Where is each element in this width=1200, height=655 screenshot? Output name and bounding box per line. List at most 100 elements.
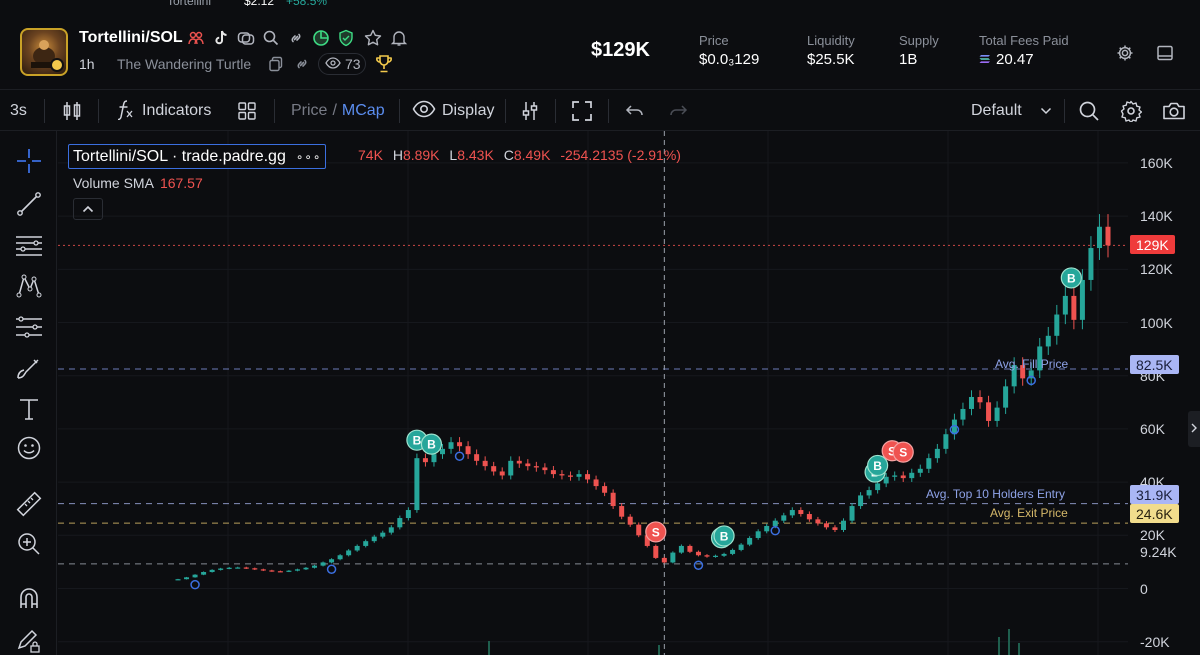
community-icon[interactable]: [187, 29, 205, 47]
avg-fill-price-tag: 82.5K: [1130, 355, 1179, 374]
axis-tick-label: 20K: [1140, 527, 1165, 544]
chart-canvas[interactable]: BBSBBBBSSB: [58, 131, 1200, 655]
toolbar-divider: [44, 99, 45, 123]
top10-entry-tag: 31.9K: [1130, 485, 1179, 504]
candle-body: [439, 448, 445, 455]
trophy-icon[interactable]: [374, 54, 394, 74]
copy-ca-icon[interactable]: [237, 29, 255, 47]
toolbar-divider: [98, 99, 99, 123]
views-chip[interactable]: 73: [318, 53, 366, 75]
candle-body: [192, 574, 198, 578]
candle-body: [175, 579, 181, 581]
star-icon[interactable]: [364, 29, 382, 47]
pattern-tool-icon[interactable]: [14, 271, 44, 301]
legend-more-icon[interactable]: ∘∘∘: [296, 150, 322, 164]
chart-pie-icon[interactable]: [312, 29, 330, 47]
copy-icon[interactable]: [267, 55, 285, 73]
candle-body: [858, 495, 864, 507]
text-tool-icon[interactable]: [14, 394, 44, 424]
candle-body: [841, 520, 847, 530]
bell-plus-icon[interactable]: [390, 29, 408, 47]
horizontal-lines-icon[interactable]: [14, 230, 44, 260]
candle-body: [329, 559, 335, 563]
adjust-sliders-icon[interactable]: [520, 91, 540, 131]
candle-body: [747, 537, 753, 545]
stat-fees-label: Total Fees Paid: [979, 33, 1069, 48]
token-avatar[interactable]: [20, 28, 68, 76]
settings-gear-icon[interactable]: [1115, 43, 1135, 63]
shield-icon[interactable]: [337, 29, 355, 47]
side-panel-toggle[interactable]: [1188, 411, 1200, 447]
legend-title: Tortellini/SOL · trade.padre.gg: [73, 147, 286, 165]
candle-body: [1054, 314, 1060, 336]
undo-icon[interactable]: [625, 91, 645, 131]
toolbar-divider: [1064, 99, 1065, 123]
chevron-down-icon: [1040, 102, 1052, 120]
stat-supply-label: Supply: [899, 33, 939, 48]
avg-fill-price-label: Avg. Fill Price: [995, 357, 1069, 371]
search-token-icon[interactable]: [262, 29, 280, 47]
candle-body: [994, 407, 1000, 421]
stat-price-label: Price: [699, 33, 729, 48]
mcap-toggle-option[interactable]: MCap: [342, 102, 385, 120]
candle-body: [294, 569, 300, 571]
candle-body: [448, 442, 454, 449]
chart-settings-gear-icon[interactable]: [1120, 91, 1142, 131]
layout-dropdown[interactable]: Default: [971, 91, 1052, 131]
buy-marker-label: B: [1067, 271, 1076, 285]
brush-icon[interactable]: [14, 353, 44, 383]
candle-body: [849, 506, 855, 521]
templates-grid-icon[interactable]: [237, 91, 257, 131]
candle-body: [636, 524, 642, 536]
magnet-icon[interactable]: [14, 584, 44, 614]
redo-icon[interactable]: [668, 91, 688, 131]
indicators-button[interactable]: Indicators: [116, 91, 211, 131]
candle-body: [431, 454, 437, 463]
collapse-legend-button[interactable]: [73, 198, 103, 220]
tiktok-icon[interactable]: [212, 29, 230, 47]
candle-body: [977, 396, 983, 403]
candle-body: [397, 518, 403, 528]
link-chain-icon[interactable]: [293, 55, 311, 73]
search-icon[interactable]: [1078, 91, 1100, 131]
candle-body: [619, 506, 625, 517]
trader-mark: [190, 579, 200, 590]
link-icon[interactable]: [287, 29, 305, 47]
axis-tick-label: 60K: [1140, 420, 1165, 437]
ruler-icon[interactable]: [14, 489, 44, 519]
views-count: 73: [345, 56, 361, 72]
timeframe-label: 1h: [79, 56, 95, 72]
axis-tick-label: 0: [1140, 580, 1148, 597]
candle-body: [815, 519, 821, 524]
chart-legend-title[interactable]: Tortellini/SOL · trade.padre.gg ∘∘∘: [68, 144, 327, 169]
fib-levels-icon[interactable]: [14, 312, 44, 342]
candle-body: [312, 565, 318, 568]
candle-body: [968, 396, 974, 409]
trading-app: Tortellini $2.12 +58.5% Tortellini/SOL 1…: [0, 0, 1200, 655]
avg-exit-price-tag: 24.6K: [1130, 504, 1179, 523]
top-ticker-token[interactable]: Tortellini: [167, 0, 211, 8]
interval-button[interactable]: 3s: [10, 91, 27, 131]
zoom-in-icon[interactable]: [14, 529, 44, 559]
candle-body: [269, 570, 275, 572]
current-price-tag: 129K: [1130, 235, 1175, 254]
trader-mark: [693, 560, 704, 571]
candle-body: [243, 567, 249, 569]
price-mcap-toggle[interactable]: Price / MCap: [291, 91, 385, 131]
candle-type-icon[interactable]: [62, 91, 82, 131]
camera-icon[interactable]: [1162, 91, 1186, 131]
emoji-icon[interactable]: [14, 433, 44, 463]
candle-body: [875, 483, 881, 491]
panel-layout-icon[interactable]: [1155, 43, 1175, 63]
volume-sma-label: Volume SMA: [73, 175, 154, 191]
trend-line-icon[interactable]: [14, 189, 44, 219]
lock-pencil-icon[interactable]: [14, 625, 44, 655]
trader-mark: [326, 564, 337, 574]
display-button[interactable]: Display: [412, 91, 494, 131]
candle-body: [482, 460, 488, 467]
top-ticker-change: +58.5%: [286, 0, 328, 8]
fullscreen-icon[interactable]: [571, 91, 593, 131]
price-toggle-option[interactable]: Price: [291, 102, 327, 120]
crosshair-icon[interactable]: [14, 146, 44, 176]
price-chart[interactable]: BBSBBBBSSB Tortellini/SOL · trade.padre.…: [58, 131, 1200, 655]
